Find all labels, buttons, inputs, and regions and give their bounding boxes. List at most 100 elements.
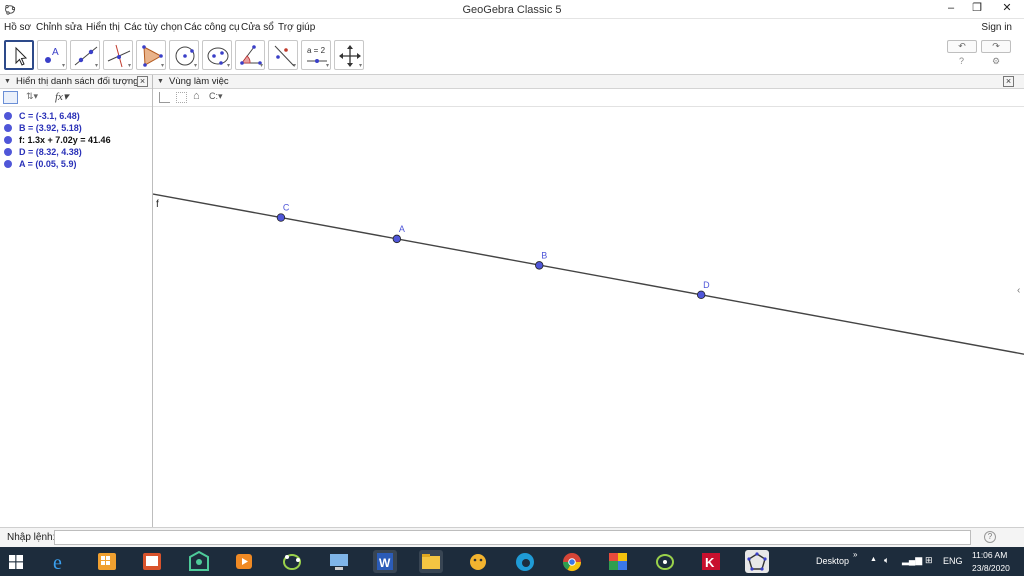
paint-app-icon[interactable] — [606, 550, 630, 573]
main-toolbar: A ▾ ▾ ▾ ▾ ▾ ▾ ▾ ▾ a = 2 ▾ ▾ ↶ ↷ ? ⚙ — [0, 37, 1024, 75]
help-icon[interactable]: ? — [959, 56, 964, 66]
point-B[interactable] — [535, 261, 544, 270]
clock-time[interactable]: 11:06 AM — [972, 550, 1007, 560]
kaspersky-icon[interactable]: K — [699, 550, 723, 573]
visibility-toggle-icon[interactable] — [4, 112, 12, 120]
geogebra-taskbar-icon[interactable] — [280, 550, 304, 573]
edge-browser-icon[interactable] — [513, 550, 537, 573]
list-item[interactable]: D = (8.32, 4.38) — [0, 146, 152, 158]
point-tool-button[interactable]: A ▾ — [37, 40, 67, 70]
angle-tool-button[interactable]: ▾ — [235, 40, 265, 70]
algebra-view-icon[interactable] — [3, 91, 18, 104]
speaker-icon[interactable]: 🔈︎ — [884, 555, 889, 566]
file-explorer-icon[interactable] — [419, 550, 443, 573]
reflect-tool-button[interactable]: ▾ — [268, 40, 298, 70]
tray-expand-icon[interactable]: ▲ — [870, 556, 877, 563]
media-player-icon[interactable] — [232, 550, 256, 573]
cursor-arrow-icon — [15, 46, 28, 66]
list-item[interactable]: f: 1.3x + 7.02y = 41.46 — [0, 134, 152, 146]
grid-toggle-icon[interactable] — [176, 92, 187, 103]
geogebra-active-icon[interactable] — [745, 550, 769, 573]
point-C[interactable] — [276, 213, 286, 222]
app-grid-icon[interactable] — [95, 550, 119, 573]
geogebra-classic-icon[interactable] — [653, 550, 677, 573]
svg-text:K: K — [705, 555, 715, 570]
function-icon[interactable]: fx▾ — [55, 90, 68, 103]
collapse-triangle-icon[interactable]: ▼ — [4, 75, 11, 88]
menu-cua-so[interactable]: Cửa sổ — [241, 22, 274, 33]
svg-text:A: A — [52, 47, 59, 58]
perpendicular-tool-button[interactable]: ▾ — [103, 40, 133, 70]
algebra-close-button[interactable]: × — [137, 76, 148, 87]
algebra-entry: C = (-3.1, 6.48) — [19, 111, 80, 121]
windows-start-icon[interactable] — [9, 555, 23, 569]
internet-explorer-icon[interactable]: e — [49, 550, 73, 574]
graphics-close-button[interactable]: × — [1003, 76, 1014, 87]
word-icon[interactable]: W — [373, 550, 397, 573]
point-capture-icon[interactable]: C:▾ — [209, 91, 223, 102]
graphics-title: Vùng làm việc — [169, 76, 229, 87]
windows-taskbar: e W K Desktop » ▲ 🔈︎ ▂▄▆ ⊞ ENG 11:06 AM … — [0, 547, 1024, 576]
algebra-entry: A = (0.05, 5.9) — [19, 159, 77, 169]
point-label-C: C — [283, 203, 290, 213]
presentation-app-icon[interactable] — [140, 550, 164, 573]
menu-hien-thi[interactable]: Hiển thị — [86, 22, 120, 33]
menu-cac-tuy-chon[interactable]: Các tùy chọn — [124, 22, 182, 33]
input-label: Nhập lệnh: — [7, 532, 56, 543]
collapse-side-icon[interactable]: ‹ — [1017, 285, 1020, 296]
svg-text:W: W — [379, 556, 391, 570]
visibility-toggle-icon[interactable] — [4, 124, 12, 132]
visibility-toggle-icon[interactable] — [4, 148, 12, 156]
line-tool-button[interactable]: ▾ — [70, 40, 100, 70]
graphics-canvas[interactable]: f C A B D — [153, 107, 1024, 527]
point-A[interactable] — [392, 234, 402, 244]
menu-bar: Hồ sơ Chỉnh sửa Hiển thị Các tùy chọn Cá… — [0, 19, 1024, 37]
network-app-icon[interactable] — [327, 550, 351, 573]
slider-tool-label: a = 2 — [307, 46, 326, 55]
language-indicator[interactable]: ENG — [943, 556, 963, 566]
point-D[interactable] — [696, 290, 706, 300]
polygon-tool-button[interactable]: ▾ — [136, 40, 166, 70]
list-item[interactable]: B = (3.92, 5.18) — [0, 122, 152, 134]
list-item[interactable]: C = (-3.1, 6.48) — [0, 110, 152, 122]
line-f-label: f — [156, 199, 159, 210]
menu-cac-cong-cu[interactable]: Các công cụ — [184, 22, 240, 33]
input-help-icon[interactable]: ? — [984, 531, 996, 543]
conic-tool-button[interactable]: ▾ — [202, 40, 232, 70]
gear-icon[interactable]: ⚙ — [992, 56, 1000, 67]
undo-button[interactable]: ↶ — [947, 40, 977, 53]
desktop-toolbar-label[interactable]: Desktop — [816, 556, 849, 566]
cartoon-app-icon[interactable] — [466, 550, 490, 573]
chevron-right-icon[interactable]: » — [853, 550, 857, 559]
sign-in-link[interactable]: Sign in — [981, 22, 1012, 33]
network-icon[interactable]: ⊞ — [925, 555, 933, 566]
move-view-tool-button[interactable]: ▾ — [334, 40, 364, 70]
algebra-entry: B = (3.92, 5.18) — [19, 123, 82, 133]
algebra-header: ▼ Hiển thị danh sách đối tượng × — [0, 75, 152, 89]
clock-date[interactable]: 23/8/2020 — [972, 563, 1010, 573]
home-icon[interactable]: ⌂ — [193, 90, 200, 102]
shield-app-icon[interactable] — [187, 550, 211, 573]
slider-tool-button[interactable]: a = 2 ▾ — [301, 40, 331, 70]
sort-icon[interactable]: ⇅▾ — [26, 91, 38, 102]
menu-tro-giup[interactable]: Trợ giúp — [278, 22, 315, 33]
graphics-view[interactable]: ▼ Vùng làm việc × ⌂ C:▾ f C A B D ‹ — [153, 75, 1024, 527]
signal-icon[interactable]: ▂▄▆ — [902, 555, 922, 566]
move-tool-button[interactable] — [4, 40, 34, 70]
svg-text:e: e — [53, 552, 62, 573]
axes-toggle-icon[interactable] — [159, 92, 170, 103]
circle-tool-button[interactable]: ▾ — [169, 40, 199, 70]
redo-button[interactable]: ↷ — [981, 40, 1011, 53]
command-input[interactable] — [54, 530, 971, 545]
visibility-toggle-icon[interactable] — [4, 160, 12, 168]
menu-ho-so[interactable]: Hồ sơ — [4, 22, 31, 33]
menu-chinh-sua[interactable]: Chỉnh sửa — [36, 22, 82, 33]
restore-button[interactable]: ❐ — [962, 0, 992, 19]
point-label-B: B — [541, 250, 547, 260]
close-window-button[interactable]: ✕ — [992, 0, 1022, 19]
visibility-toggle-icon[interactable] — [4, 136, 12, 144]
graphics-sub-toolbar: ⌂ C:▾ — [153, 89, 1024, 107]
list-item[interactable]: A = (0.05, 5.9) — [0, 158, 152, 170]
chrome-browser-icon[interactable] — [560, 550, 584, 573]
collapse-triangle-icon[interactable]: ▼ — [157, 75, 164, 88]
